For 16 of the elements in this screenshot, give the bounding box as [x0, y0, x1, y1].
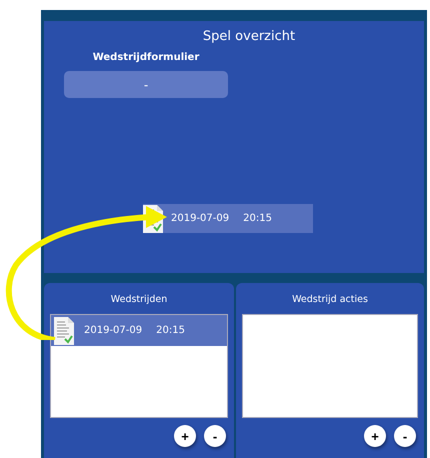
panel-title: Spel overzicht: [202, 29, 296, 44]
list-item[interactable]: 2019-07-09 20:15: [51, 315, 227, 346]
remove-button[interactable]: -: [394, 425, 416, 447]
match-date: 2019-07-09: [171, 213, 230, 224]
panel-title: Wedstrijden: [110, 294, 168, 305]
dragged-item[interactable]: 2019-07-09 20:15: [143, 204, 313, 233]
field-label: Wedstrijdformulier: [92, 52, 200, 63]
add-button[interactable]: +: [364, 425, 386, 447]
panel-title: Wedstrijd acties: [291, 294, 369, 305]
add-button[interactable]: +: [174, 425, 196, 447]
form-field[interactable]: -: [64, 71, 228, 98]
remove-button[interactable]: -: [204, 425, 226, 447]
match-date: 2019-07-09: [84, 325, 142, 336]
match-time: 20:15: [243, 213, 272, 224]
match-time: 20:15: [156, 325, 185, 336]
document-check-icon: [54, 316, 74, 344]
